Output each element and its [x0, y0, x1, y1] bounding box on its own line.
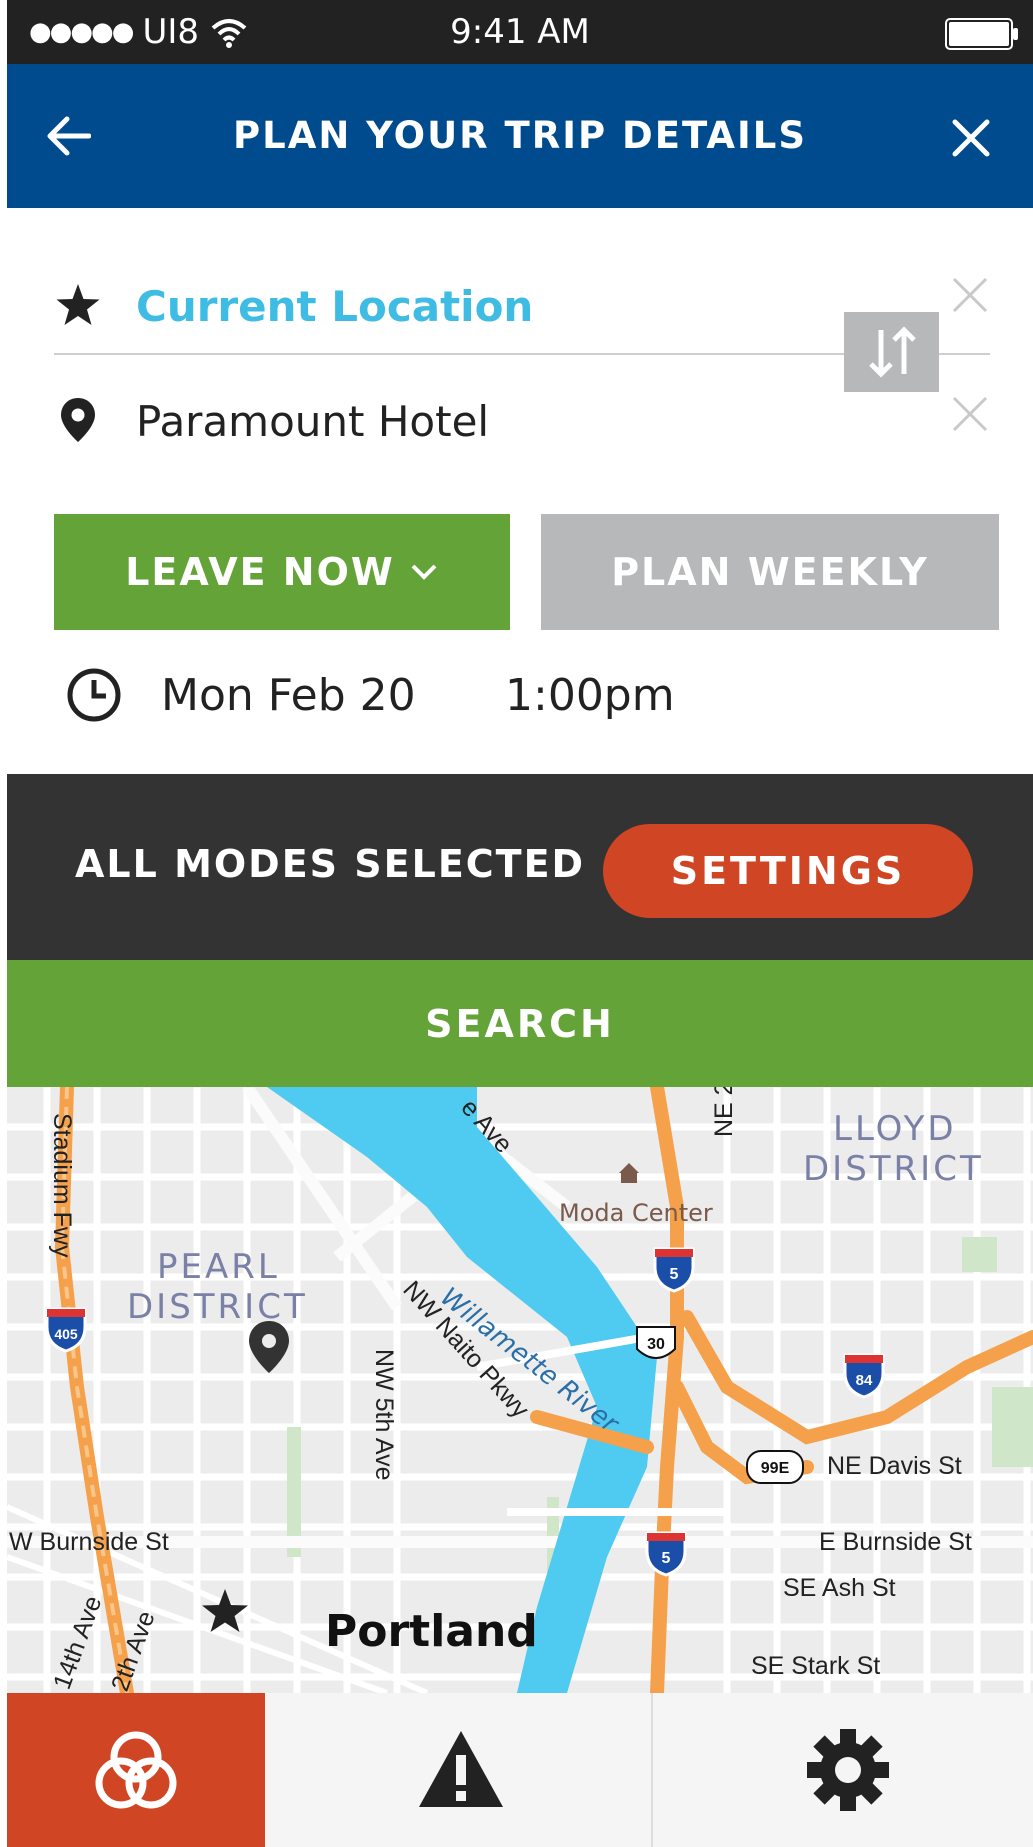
interstate-5-shield-north: 5	[653, 1247, 695, 1293]
gear-icon	[807, 1729, 889, 1811]
swap-vertical-icon	[869, 326, 916, 378]
alert-triangle-icon	[419, 1731, 503, 1807]
trip-planner-icon	[95, 1731, 177, 1809]
map-label-ne-davis: NE Davis St	[827, 1452, 962, 1480]
tab-trip-planner[interactable]	[7, 1693, 265, 1847]
map-label-lloyd-district: DISTRICT	[803, 1149, 984, 1189]
svg-text:30: 30	[647, 1336, 665, 1353]
plan-weekly-button[interactable]: PLAN WEEKLY	[541, 514, 999, 630]
map-label-pearl: PEARL	[157, 1247, 280, 1287]
tab-settings[interactable]	[653, 1693, 1033, 1847]
map-label-e-burnside: E Burnside St	[819, 1528, 972, 1556]
interstate-405-shield: 405	[45, 1307, 87, 1353]
search-label: SEARCH	[425, 1001, 615, 1046]
svg-text:84: 84	[856, 1372, 873, 1389]
mode-settings-label: SETTINGS	[670, 849, 906, 893]
map-label-stadium-fwy: Stadium Fwy	[48, 1113, 76, 1258]
departure-time-row[interactable]: Mon Feb 20 1:00pm	[65, 662, 965, 726]
search-button[interactable]: SEARCH	[7, 960, 1033, 1087]
route-map[interactable]: 405 5 5 84 30 99E LLOYD DISTRICT PEARL D…	[7, 1087, 1033, 1693]
map-label-w-burnside: W Burnside St	[9, 1528, 169, 1556]
interstate-5-shield-south: 5	[645, 1531, 687, 1577]
svg-text:405: 405	[54, 1326, 78, 1342]
map-label-nw-5th: NW 5th Ave	[370, 1349, 398, 1481]
mode-settings-button[interactable]: SETTINGS	[603, 824, 973, 918]
battery-icon	[945, 18, 1018, 50]
leave-now-label: LEAVE NOW	[125, 550, 395, 594]
clock-icon	[67, 668, 121, 722]
modes-bar: ALL MODES SELECTED SETTINGS	[7, 774, 1033, 960]
departure-date: Mon Feb 20	[161, 670, 416, 721]
map-label-lloyd: LLOYD	[833, 1109, 957, 1149]
clear-destination-icon[interactable]	[950, 394, 990, 434]
plan-weekly-label: PLAN WEEKLY	[611, 550, 929, 594]
interstate-84-shield: 84	[843, 1353, 885, 1399]
destination-value: Paramount Hotel	[136, 397, 490, 446]
map-label-pearl-district: DISTRICT	[127, 1287, 308, 1327]
departure-time: 1:00pm	[505, 670, 675, 721]
status-time: 9:41 AM	[450, 12, 590, 52]
svg-text:5: 5	[670, 1266, 679, 1283]
modes-status-label: ALL MODES SELECTED	[75, 842, 586, 886]
status-bar: ●●●●● UI8 9:41 AM	[7, 0, 1033, 64]
clear-origin-icon[interactable]	[950, 275, 990, 315]
trip-planner-screen: ●●●●● UI8 9:41 AM PLAN YOUR TRIP DETAILS	[7, 0, 1033, 1847]
svg-text:5: 5	[662, 1550, 671, 1567]
bottom-tab-bar	[7, 1693, 1033, 1847]
svg-text:99E: 99E	[761, 1460, 790, 1477]
map-label-city: Portland	[325, 1606, 538, 1657]
map-label-moda-center: Moda Center	[559, 1199, 713, 1227]
page-title: PLAN YOUR TRIP DETAILS	[233, 114, 807, 157]
app-header: PLAN YOUR TRIP DETAILS	[7, 64, 1033, 208]
swap-locations-button[interactable]	[844, 312, 939, 392]
map-label-se-ash: SE Ash St	[783, 1574, 896, 1602]
map-label-se-stark: SE Stark St	[751, 1652, 881, 1680]
origin-value: Current Location	[136, 282, 534, 331]
chevron-down-icon	[411, 564, 437, 580]
leave-now-dropdown[interactable]: LEAVE NOW	[54, 514, 510, 630]
tab-alerts[interactable]	[265, 1693, 653, 1847]
map-label-ne-2: NE 2	[710, 1087, 738, 1137]
us-30-shield: 30	[636, 1326, 676, 1359]
star-icon	[56, 284, 100, 325]
us-99e-shield: 99E	[746, 1450, 804, 1484]
close-icon[interactable]	[951, 118, 991, 158]
map-pin-icon	[61, 398, 95, 442]
